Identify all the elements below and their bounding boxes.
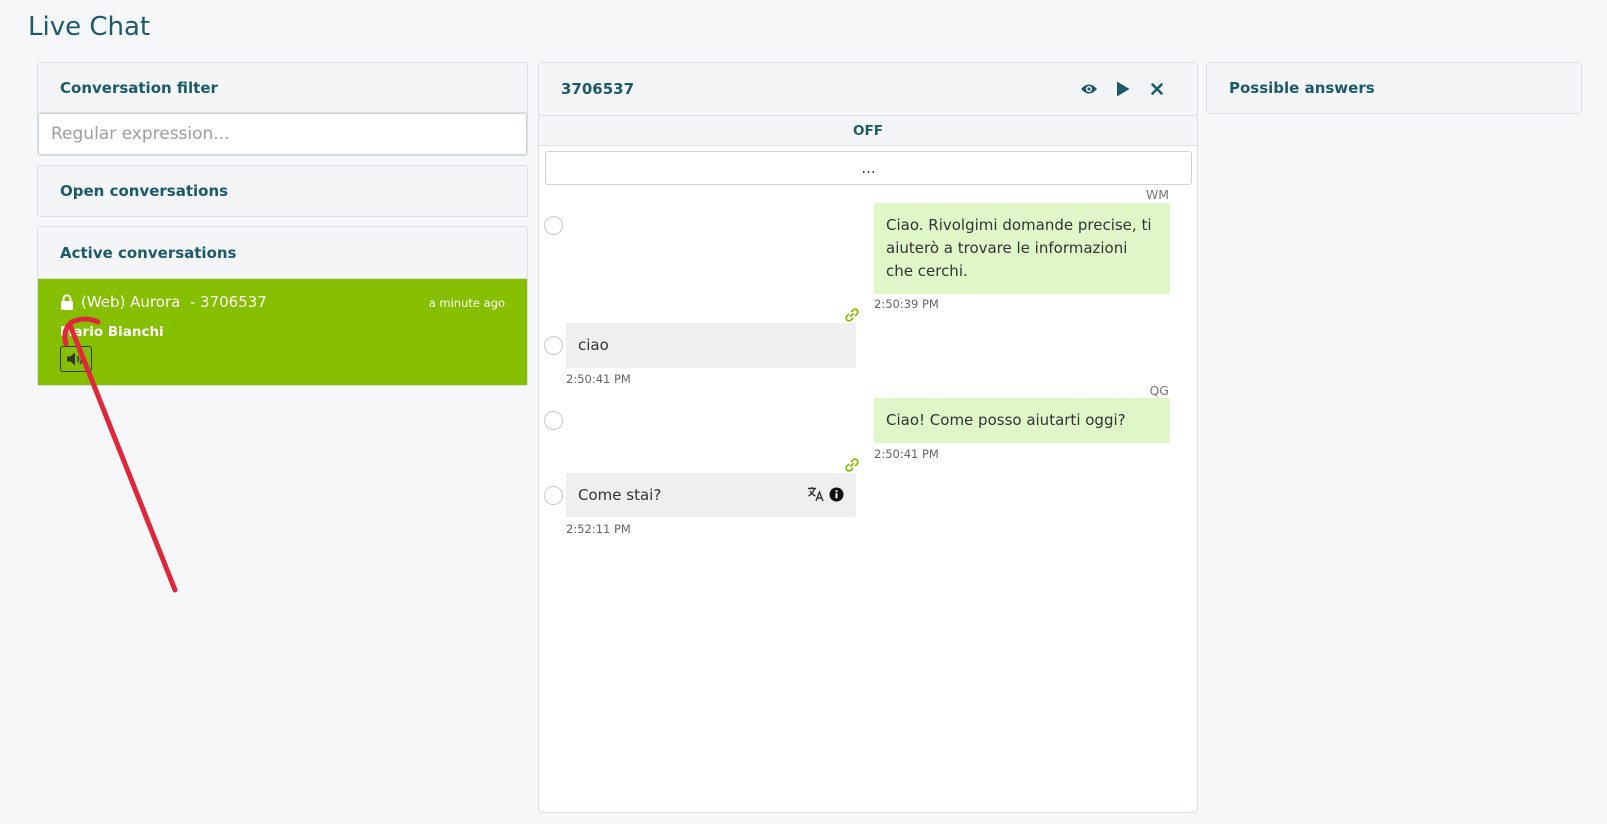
message-select-radio[interactable] xyxy=(544,336,563,355)
active-conversations-panel: Active conversations (Web) Aurora - 3706… xyxy=(37,226,528,386)
load-more-button[interactable]: ... xyxy=(545,151,1192,185)
message-bubble-incoming: Come stai? xyxy=(566,473,856,517)
open-conversations-title[interactable]: Open conversations xyxy=(38,166,527,216)
close-icon xyxy=(1151,83,1163,95)
message-select-radio[interactable] xyxy=(544,216,563,235)
info-icon[interactable] xyxy=(829,487,844,502)
possible-answers-panel: Possible answers xyxy=(1206,62,1582,114)
message-select-radio[interactable] xyxy=(544,486,563,505)
message-time: 2:50:39 PM xyxy=(874,297,939,311)
conversation-title: (Web) Aurora - 3706537 xyxy=(81,293,267,311)
chat-panel: 3706537 OFF ... WM Ciao. Rivolgimi doman… xyxy=(538,62,1198,813)
possible-answers-title: Possible answers xyxy=(1207,63,1581,113)
message-select-radio[interactable] xyxy=(544,411,563,430)
message-time: 2:52:11 PM xyxy=(566,522,631,536)
open-conversations-panel[interactable]: Open conversations xyxy=(37,165,528,217)
active-conversations-title[interactable]: Active conversations xyxy=(38,227,527,279)
regex-filter-input[interactable] xyxy=(38,113,527,155)
speaker-icon xyxy=(67,352,83,366)
link-icon[interactable] xyxy=(845,458,859,472)
sound-toggle-button[interactable] xyxy=(60,346,92,372)
chat-header-actions xyxy=(1079,79,1167,99)
link-icon[interactable] xyxy=(845,308,859,322)
active-conversation-item[interactable]: (Web) Aurora - 3706537 a minute ago Mari… xyxy=(38,279,527,385)
start-chat-button[interactable] xyxy=(1113,79,1133,99)
message-author: QG xyxy=(1149,383,1169,398)
message-author: WM xyxy=(1145,187,1169,202)
play-icon xyxy=(1117,81,1130,97)
conversation-filter-title: Conversation filter xyxy=(38,63,527,113)
message-bubble-incoming: ciao xyxy=(566,323,856,368)
lock-icon xyxy=(61,294,73,310)
eye-icon xyxy=(1081,84,1097,94)
conversation-time: a minute ago xyxy=(428,296,505,310)
message-text: Come stai? xyxy=(578,486,662,504)
chat-status: OFF xyxy=(539,116,1197,146)
message-tools xyxy=(807,486,844,502)
message-bubble-outgoing: Ciao! Come posso aiutarti oggi? xyxy=(874,398,1170,443)
message-time: 2:50:41 PM xyxy=(566,372,631,386)
translate-icon[interactable] xyxy=(807,486,825,502)
preview-button[interactable] xyxy=(1079,79,1099,99)
visitor-name: Mario Bianchi xyxy=(60,324,164,340)
message-time: 2:50:41 PM xyxy=(874,447,939,461)
page-title: Live Chat xyxy=(28,12,151,42)
conversation-filter-panel: Conversation filter xyxy=(37,62,528,156)
close-chat-button[interactable] xyxy=(1147,79,1167,99)
message-bubble-outgoing: Ciao. Rivolgimi domande precise, ti aiut… xyxy=(874,203,1170,294)
